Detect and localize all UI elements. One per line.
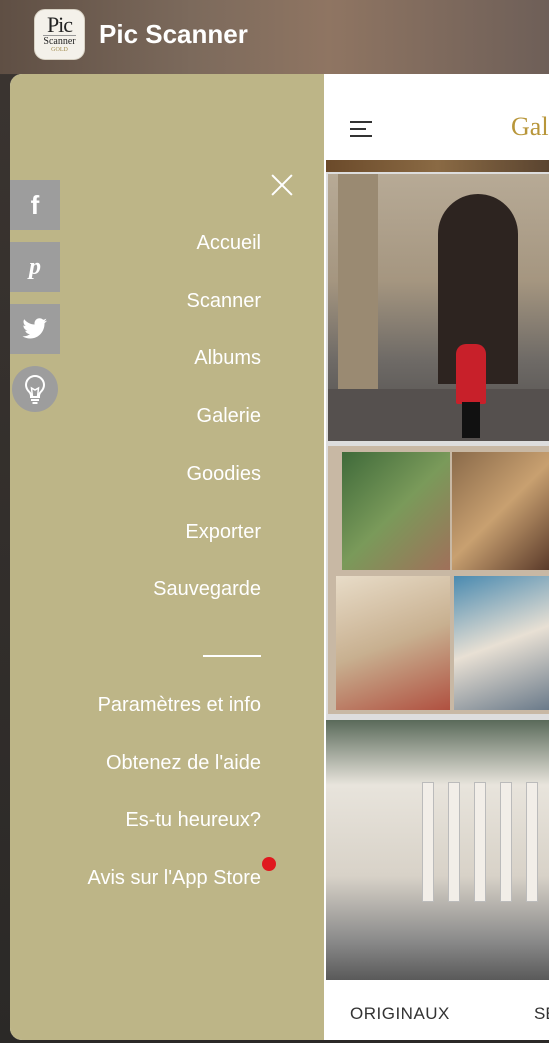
gallery-content: Gale (324, 74, 549, 1040)
photo-strip[interactable] (326, 160, 549, 172)
app-title: Pic Scanner (99, 19, 248, 49)
tab-originaux[interactable]: ORIGINAUX (350, 1004, 450, 1024)
app-icon-text-scanner: Scanner (43, 35, 76, 47)
menu-item-parametres[interactable]: Paramètres et info (98, 694, 261, 717)
photo-item[interactable] (328, 174, 549, 441)
menu-item-goodies[interactable]: Goodies (187, 463, 262, 486)
menu-item-exporter[interactable]: Exporter (185, 521, 261, 544)
lightbulb-icon[interactable] (12, 366, 58, 412)
twitter-bird-icon (22, 318, 47, 339)
photo-grid (326, 160, 549, 980)
menu-item-albums[interactable]: Albums (194, 347, 261, 370)
app-icon-text-gold: GOLD (51, 47, 68, 53)
twitter-icon[interactable] (10, 304, 60, 354)
menu-item-accueil[interactable]: Accueil (197, 232, 261, 255)
app-switcher-header: Pic Scanner GOLD Pic Scanner (0, 0, 549, 74)
pinterest-icon[interactable]: p (10, 242, 60, 292)
lightbulb-glyph (24, 374, 46, 404)
tab-second[interactable]: SE (534, 1004, 549, 1024)
page-title: Gale (511, 112, 549, 141)
photo-item[interactable] (328, 446, 549, 714)
menu-item-galerie[interactable]: Galerie (197, 405, 261, 428)
menu-item-avis-app-store[interactable]: Avis sur l'App Store (87, 867, 261, 890)
hamburger-menu-icon[interactable] (350, 121, 372, 137)
menu-item-heureux[interactable]: Es-tu heureux? (125, 809, 261, 832)
menu-item-sauvegarde[interactable]: Sauvegarde (153, 578, 261, 601)
facebook-icon[interactable]: f (10, 180, 60, 230)
pinterest-glyph: p (29, 253, 41, 280)
side-drawer: Accueil Scanner Albums Galerie Goodies E… (10, 74, 324, 1040)
content-header: Gale (324, 74, 549, 160)
app-card: Gale (10, 74, 549, 1040)
app-icon-text-pic: Pic (46, 12, 73, 37)
photo-item[interactable] (326, 720, 549, 980)
notification-dot (262, 857, 276, 871)
menu-item-scanner[interactable]: Scanner (187, 290, 262, 313)
menu-divider (203, 655, 261, 657)
close-icon[interactable] (268, 171, 296, 199)
tab-bar: ORIGINAUX SE (324, 980, 549, 1040)
menu-item-aide[interactable]: Obtenez de l'aide (106, 752, 261, 775)
facebook-glyph: f (30, 189, 40, 220)
app-icon[interactable]: Pic Scanner GOLD (34, 9, 85, 60)
